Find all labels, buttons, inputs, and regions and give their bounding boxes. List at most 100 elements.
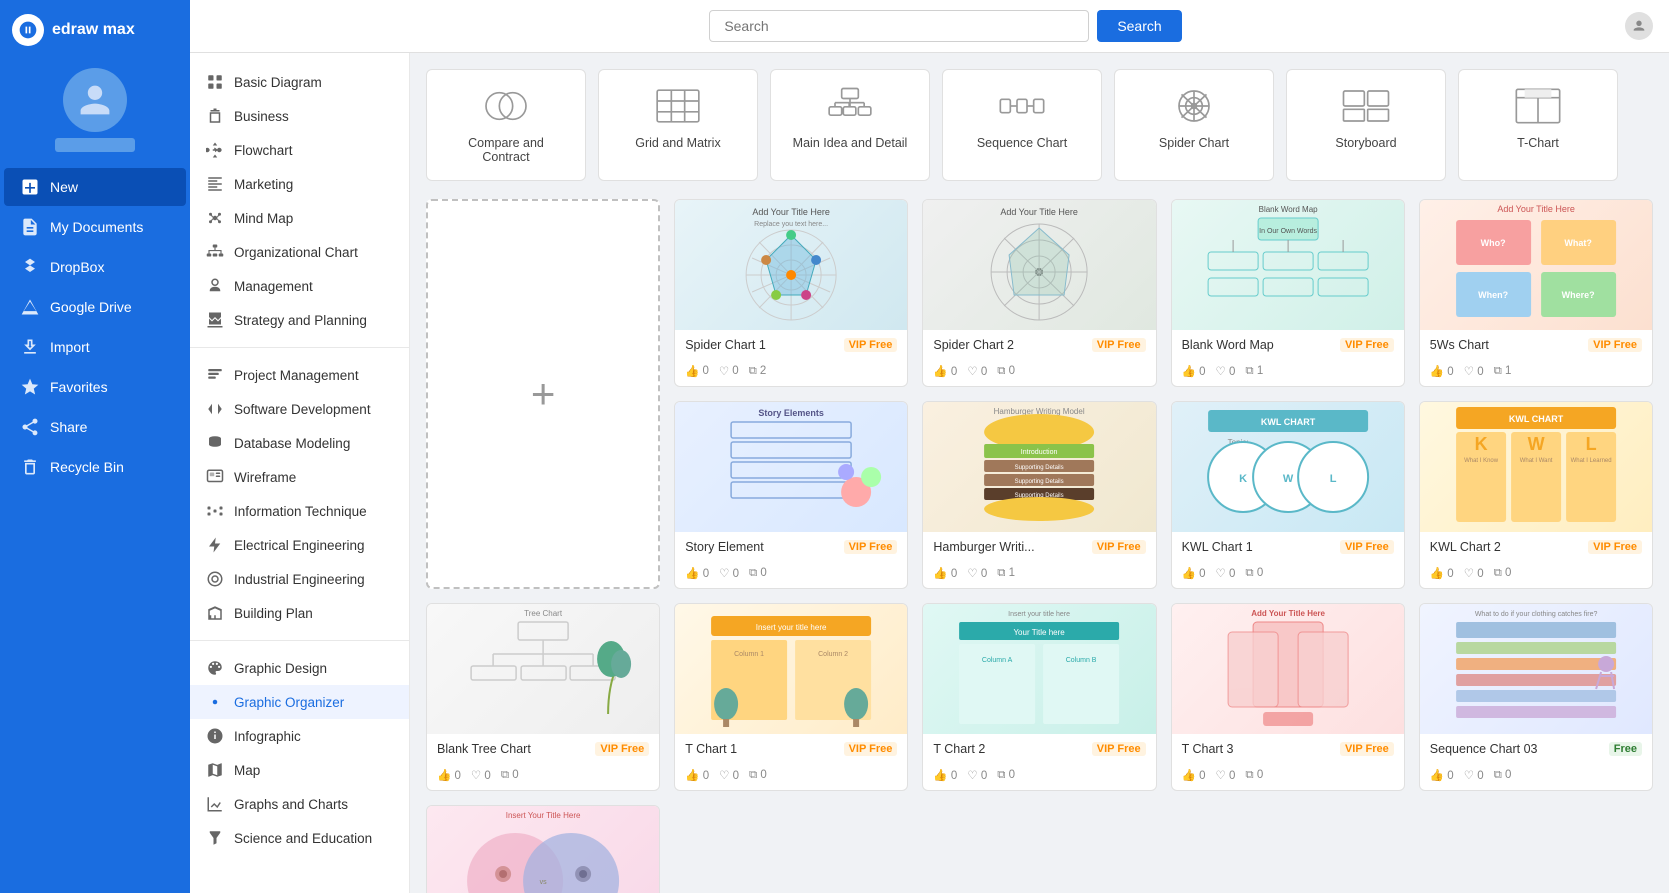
template-card-kwl-2[interactable]: KWL CHART K W L What I Know What I Want … <box>1419 401 1653 589</box>
category-software-dev[interactable]: Software Development <box>190 392 409 426</box>
category-section-1: Basic Diagram Business Flowchart Marketi… <box>190 61 409 341</box>
template-card-blank-tree[interactable]: Tree Chart <box>426 603 660 791</box>
category-business[interactable]: Business <box>190 99 409 133</box>
template-thumbnail: Story Elements <box>675 402 907 532</box>
template-name: Blank Word Map <box>1182 338 1274 352</box>
category-marketing[interactable]: Marketing <box>190 167 409 201</box>
template-card-spider-2[interactable]: Add Your Title Here <box>922 199 1156 387</box>
category-map[interactable]: Map <box>190 753 409 787</box>
category-electrical[interactable]: Electrical Engineering <box>190 528 409 562</box>
svg-text:Column 1: Column 1 <box>734 651 764 658</box>
type-card-label: Sequence Chart <box>977 136 1067 150</box>
template-name: Spider Chart 2 <box>933 338 1014 352</box>
svg-text:Insert your title here: Insert your title here <box>756 623 827 632</box>
category-management[interactable]: Management <box>190 269 409 303</box>
svg-text:KWL CHART: KWL CHART <box>1261 417 1316 427</box>
template-name: 5Ws Chart <box>1430 338 1489 352</box>
sidebar-item-my-documents[interactable]: My Documents <box>4 208 186 246</box>
template-thumbnail: Blank Word Map In Our Own Words <box>1172 200 1404 330</box>
template-info: KWL Chart 1 VIP Free <box>1172 532 1404 562</box>
category-graphs-charts[interactable]: Graphs and Charts <box>190 787 409 821</box>
sidebar-item-share[interactable]: Share <box>4 408 186 446</box>
template-card-t3[interactable]: Add Your Title Here T Chart 3 VIP Free <box>1171 603 1405 791</box>
type-card-spider[interactable]: Spider Chart <box>1114 69 1274 181</box>
category-section-3: Graphic Design Graphic Organizer Infogra… <box>190 647 409 859</box>
category-label: Industrial Engineering <box>234 572 365 587</box>
hearts-stat: ♡ 0 <box>1464 566 1484 580</box>
search-button[interactable]: Search <box>1097 10 1181 42</box>
category-science-edu[interactable]: Science and Education <box>190 821 409 855</box>
template-stats: 👍 0 ♡ 0 ⧉ 0 <box>1420 562 1652 588</box>
right-panel: Compare and Contract Grid and Matrix <box>410 53 1669 893</box>
template-thumbnail: Insert your title here Column 1 Column 2 <box>675 604 907 734</box>
vip-badge: VIP Free <box>595 742 649 756</box>
copies-stat: ⧉ 2 <box>749 364 767 378</box>
template-stats: 👍 0 ♡ 0 ⧉ 1 <box>1420 360 1652 386</box>
sidebar-item-new[interactable]: New <box>4 168 186 206</box>
hearts-stat: ♡ 0 <box>719 566 739 580</box>
type-card-storyboard[interactable]: Storyboard <box>1286 69 1446 181</box>
category-wireframe[interactable]: Wireframe <box>190 460 409 494</box>
template-thumbnail: Hamburger Writing Model Introduction Sup… <box>923 402 1155 532</box>
template-thumbnail: Insert Your Title Here vs <box>427 806 659 893</box>
template-info: Sequence Chart 03 Free <box>1420 734 1652 764</box>
template-card-kwl-1[interactable]: KWL CHART Topic: K W L KWL Chart 1 <box>1171 401 1405 589</box>
hearts-stat: ♡ 0 <box>719 768 739 782</box>
svg-text:What?: What? <box>1564 238 1592 248</box>
type-card-sequence[interactable]: Sequence Chart <box>942 69 1102 181</box>
category-label: Business <box>234 109 289 124</box>
template-info: T Chart 3 VIP Free <box>1172 734 1404 764</box>
user-profile-icon[interactable] <box>1625 12 1653 40</box>
template-card-t2[interactable]: Insert your title here Your Title here C… <box>922 603 1156 791</box>
category-basic-diagram[interactable]: Basic Diagram <box>190 65 409 99</box>
category-info-tech[interactable]: Information Technique <box>190 494 409 528</box>
template-card-5ws[interactable]: Add Your Title Here Who? What? When? Whe… <box>1419 199 1653 387</box>
sidebar-item-favorites[interactable]: Favorites <box>4 368 186 406</box>
sidebar-item-google-drive[interactable]: Google Drive <box>4 288 186 326</box>
main-area: Search Basic Diagram Business Flowchart <box>190 0 1669 893</box>
template-card-blank-word-map[interactable]: Blank Word Map In Our Own Words <box>1171 199 1405 387</box>
template-card-compare-co[interactable]: Insert Your Title Here vs <box>426 805 660 893</box>
sidebar-item-recycle-bin[interactable]: Recycle Bin <box>4 448 186 486</box>
category-graphic-design[interactable]: Graphic Design <box>190 651 409 685</box>
category-mind-map[interactable]: Mind Map <box>190 201 409 235</box>
template-card-t1[interactable]: Insert your title here Column 1 Column 2 <box>674 603 908 791</box>
category-database[interactable]: Database Modeling <box>190 426 409 460</box>
category-flowchart[interactable]: Flowchart <box>190 133 409 167</box>
sidebar-item-import[interactable]: Import <box>4 328 186 366</box>
category-industrial[interactable]: Industrial Engineering <box>190 562 409 596</box>
category-strategy[interactable]: Strategy and Planning <box>190 303 409 337</box>
type-card-main-idea[interactable]: Main Idea and Detail <box>770 69 930 181</box>
type-card-grid[interactable]: Grid and Matrix <box>598 69 758 181</box>
type-card-compare[interactable]: Compare and Contract <box>426 69 586 181</box>
template-card-sequence-03[interactable]: What to do if your clothing catches fire… <box>1419 603 1653 791</box>
template-card-story-element[interactable]: Story Elements Story Element <box>674 401 908 589</box>
sidebar-item-dropbox[interactable]: DropBox <box>4 248 186 286</box>
likes-stat: 👍 0 <box>1430 566 1454 580</box>
svg-text:Column B: Column B <box>1066 657 1097 664</box>
svg-text:In Our Own Words: In Our Own Words <box>1259 228 1317 235</box>
search-input[interactable] <box>709 10 1089 42</box>
likes-stat: 👍 0 <box>933 566 957 580</box>
likes-stat: 👍 0 <box>1182 768 1206 782</box>
svg-text:Add Your Title Here: Add Your Title Here <box>753 207 831 217</box>
svg-text:What I Learned: What I Learned <box>1570 458 1611 464</box>
category-label: Database Modeling <box>234 436 350 451</box>
template-card-hamburger[interactable]: Hamburger Writing Model Introduction Sup… <box>922 401 1156 589</box>
template-stats: 👍 0 ♡ 0 ⧉ 0 <box>923 764 1155 790</box>
template-info: Blank Word Map VIP Free <box>1172 330 1404 360</box>
category-building[interactable]: Building Plan <box>190 596 409 630</box>
type-card-label: Spider Chart <box>1159 136 1229 150</box>
template-card-spider-1[interactable]: Add Your Title Here Replace you text her… <box>674 199 908 387</box>
category-graphic-organizer[interactable]: Graphic Organizer <box>190 685 409 719</box>
svg-text:Supporting Details: Supporting Details <box>1015 479 1064 485</box>
category-label: Information Technique <box>234 504 367 519</box>
category-label: Basic Diagram <box>234 75 322 90</box>
category-project-mgmt[interactable]: Project Management <box>190 358 409 392</box>
template-thumbnail: What to do if your clothing catches fire… <box>1420 604 1652 734</box>
template-stats: 👍 0 ♡ 0 ⧉ 0 <box>675 562 907 588</box>
category-infographic[interactable]: Infographic <box>190 719 409 753</box>
new-template-card[interactable]: + <box>426 199 660 589</box>
type-card-tchart[interactable]: T-Chart <box>1458 69 1618 181</box>
category-org-chart[interactable]: Organizational Chart <box>190 235 409 269</box>
